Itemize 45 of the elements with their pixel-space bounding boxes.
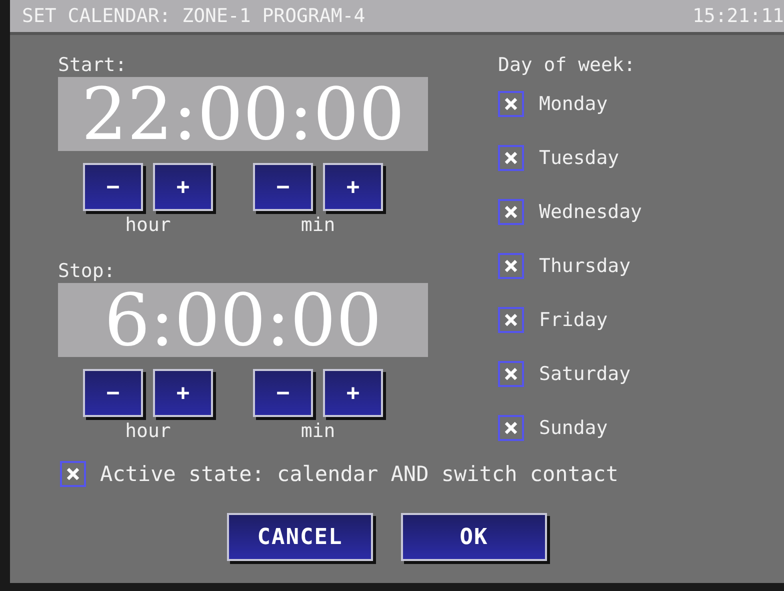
increment-button[interactable]: + — [323, 369, 383, 417]
increment-button[interactable]: + — [153, 369, 213, 417]
unit-label: min — [300, 215, 336, 235]
day-checkbox[interactable] — [498, 91, 524, 117]
day-label: Saturday — [539, 362, 631, 386]
x-icon — [503, 366, 519, 382]
x-icon — [65, 466, 81, 482]
x-icon — [503, 420, 519, 436]
x-icon — [503, 96, 519, 112]
x-icon — [503, 312, 519, 328]
day-label: Friday — [539, 308, 608, 332]
day-label: Thursday — [539, 254, 631, 278]
decrement-button[interactable]: − — [253, 369, 313, 417]
time-display: 22:00:00 — [58, 77, 428, 151]
decrement-button[interactable]: − — [83, 369, 143, 417]
ok-button[interactable]: OK — [401, 513, 547, 561]
day-checkbox[interactable] — [498, 253, 524, 279]
clock: 15:21:11 — [692, 5, 784, 27]
decrement-button[interactable]: − — [253, 163, 313, 211]
time-label: Start: — [58, 53, 128, 77]
increment-button[interactable]: + — [153, 163, 213, 211]
unit-label: min — [300, 421, 336, 441]
increment-button[interactable]: + — [323, 163, 383, 211]
day-checkbox[interactable] — [498, 361, 524, 387]
x-icon — [503, 258, 519, 274]
day-label: Monday — [539, 92, 608, 116]
unit-label: hour — [125, 215, 171, 235]
day-checkbox[interactable] — [498, 199, 524, 225]
day-checkbox[interactable] — [498, 145, 524, 171]
unit-label: hour — [125, 421, 171, 441]
time-label: Stop: — [58, 259, 116, 283]
time-display: 6:00:00 — [58, 283, 428, 357]
day-label: Tuesday — [539, 146, 620, 170]
active-state-label: Active state: calendar AND switch contact — [100, 462, 618, 486]
x-icon — [503, 204, 519, 220]
window-title: SET CALENDAR: ZONE-1 PROGRAM-4 — [22, 5, 366, 27]
x-icon — [503, 150, 519, 166]
cancel-button[interactable]: CANCEL — [227, 513, 373, 561]
day-checkbox[interactable] — [498, 415, 524, 441]
day-label: Sunday — [539, 416, 608, 440]
active-state-checkbox[interactable] — [60, 461, 86, 487]
day-checkbox[interactable] — [498, 307, 524, 333]
days-label: Day of week: — [498, 53, 636, 77]
day-label: Wednesday — [539, 200, 642, 224]
decrement-button[interactable]: − — [83, 163, 143, 211]
